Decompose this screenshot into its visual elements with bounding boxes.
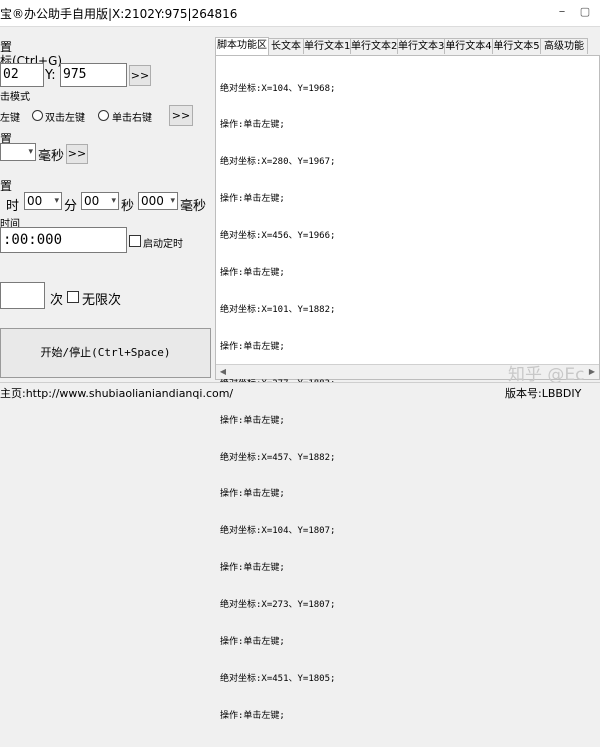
tab-long-text[interactable]: 长文本 — [268, 38, 304, 54]
tab-single-line-2[interactable]: 单行文本2 — [350, 38, 398, 54]
maximize-icon[interactable]: ▢ — [576, 3, 594, 21]
tab-single-line-4[interactable]: 单行文本4 — [444, 38, 493, 54]
start-stop-button[interactable]: 开始/停止(Ctrl+Space) — [0, 328, 211, 378]
scroll-left-icon[interactable]: ◀ — [216, 365, 230, 379]
minute-select[interactable]: 00 ▾ — [24, 192, 62, 210]
script-line: 操作:单击左键; — [220, 120, 285, 131]
tab-single-line-5[interactable]: 单行文本5 — [492, 38, 541, 54]
delay-button[interactable]: >> — [66, 144, 88, 164]
capture-coordinate-button[interactable]: >> — [129, 65, 151, 86]
radio-left-label: 左键 — [0, 113, 20, 124]
script-line: 绝对坐标:X=104、Y=1968; — [220, 83, 336, 94]
hour-label: 时 — [6, 199, 20, 214]
script-line: 绝对坐标:X=101、Y=1882; — [220, 304, 336, 315]
script-line: 绝对坐标:X=104、Y=1807; — [220, 526, 336, 537]
chevron-down-icon: ▾ — [54, 196, 59, 206]
status-bar: 主页:http://www.shubiaolianiandianqi.com/ … — [0, 382, 600, 401]
minimize-icon[interactable]: – — [553, 3, 571, 21]
minute-value: 00 — [27, 194, 43, 208]
radio-right-click[interactable] — [98, 110, 109, 121]
script-line: 绝对坐标:X=456、Y=1966; — [220, 231, 336, 242]
script-lines: 绝对坐标:X=104、Y=1968; 操作:单击左键; 绝对坐标:X=280、Y… — [220, 58, 335, 747]
chevron-down-icon: ▾ — [111, 196, 116, 206]
second-label: 秒 — [121, 199, 135, 214]
tab-bar: 脚本功能区 长文本 单行文本1 单行文本2 单行文本3 单行文本4 单行文本5 … — [215, 37, 600, 55]
script-line: 操作:单击左键; — [220, 194, 285, 205]
minute-label: 分 — [64, 199, 78, 214]
second-value: 00 — [84, 194, 100, 208]
title-bar: 宝®办公助手自用版|X:2102Y:975|264816 – ▢ — [0, 0, 600, 27]
millisecond-select[interactable]: 000 ▾ — [138, 192, 178, 210]
unlimited-label: 无限次 — [82, 293, 122, 308]
script-line: 操作:单击左键; — [220, 563, 285, 574]
count-label: 次 — [50, 293, 64, 308]
delay-unit-label: 毫秒 — [38, 149, 65, 164]
script-line: 操作:单击左键; — [220, 710, 285, 721]
script-line: 绝对坐标:X=457、Y=1882; — [220, 452, 336, 463]
tab-script[interactable]: 脚本功能区 — [215, 37, 269, 55]
radio-right-label: 单击右键 — [112, 113, 152, 124]
script-line: 操作:单击左键; — [220, 341, 285, 352]
window-title: 宝®办公助手自用版|X:2102Y:975|264816 — [0, 7, 238, 21]
x-coordinate-input[interactable]: 02 — [0, 63, 44, 87]
tab-single-line-1[interactable]: 单行文本1 — [303, 38, 351, 54]
script-line: 绝对坐标:X=451、Y=1805; — [220, 673, 336, 684]
script-line: 绝对坐标:X=273、Y=1807; — [220, 600, 336, 611]
click-mode-label: 击模式 — [0, 92, 30, 103]
click-mode-button[interactable]: >> — [169, 105, 193, 126]
script-line: 操作:单击左键; — [220, 268, 285, 279]
tab-single-line-3[interactable]: 单行文本3 — [397, 38, 445, 54]
script-line: 操作:单击左键; — [220, 489, 285, 500]
millisecond-value: 000 — [141, 194, 164, 208]
scroll-right-icon[interactable]: ▶ — [585, 365, 599, 379]
chevron-down-icon: ▾ — [28, 147, 33, 157]
script-line: 绝对坐标:X=280、Y=1967; — [220, 157, 336, 168]
second-select[interactable]: 00 ▾ — [81, 192, 119, 210]
radio-double-label: 双击左键 — [45, 113, 85, 124]
homepage-link[interactable]: 主页:http://www.shubiaolianiandianqi.com/ — [0, 385, 233, 401]
script-editor[interactable]: 绝对坐标:X=104、Y=1968; 操作:单击左键; 绝对坐标:X=280、Y… — [215, 55, 600, 721]
unlimited-checkbox[interactable] — [67, 291, 79, 303]
timer-checkbox[interactable] — [129, 235, 141, 247]
timer-label: 启动定时 — [143, 239, 183, 250]
tab-advanced[interactable]: 高级功能 — [540, 38, 588, 54]
script-line: 操作:单击左键; — [220, 636, 285, 647]
schedule-time-input[interactable]: :00:000 — [0, 227, 127, 253]
chevron-down-icon: ▾ — [170, 196, 175, 206]
y-label: Y: — [45, 68, 56, 83]
millisecond-label: 毫秒 — [180, 199, 207, 214]
script-line: 操作:单击左键; — [220, 415, 285, 426]
y-coordinate-input[interactable]: 975 — [60, 63, 127, 87]
version-label: 版本号:LBBDIY — [505, 387, 582, 400]
delay-select[interactable]: ▾ — [0, 143, 36, 161]
repeat-count-input[interactable] — [0, 282, 45, 309]
time-section-label: 置 — [0, 179, 13, 193]
radio-double-click[interactable] — [32, 110, 43, 121]
left-panel: 置 标(Ctrl+G) 02 Y: 975 >> 击模式 左键 双击左键 单击右… — [0, 26, 212, 382]
